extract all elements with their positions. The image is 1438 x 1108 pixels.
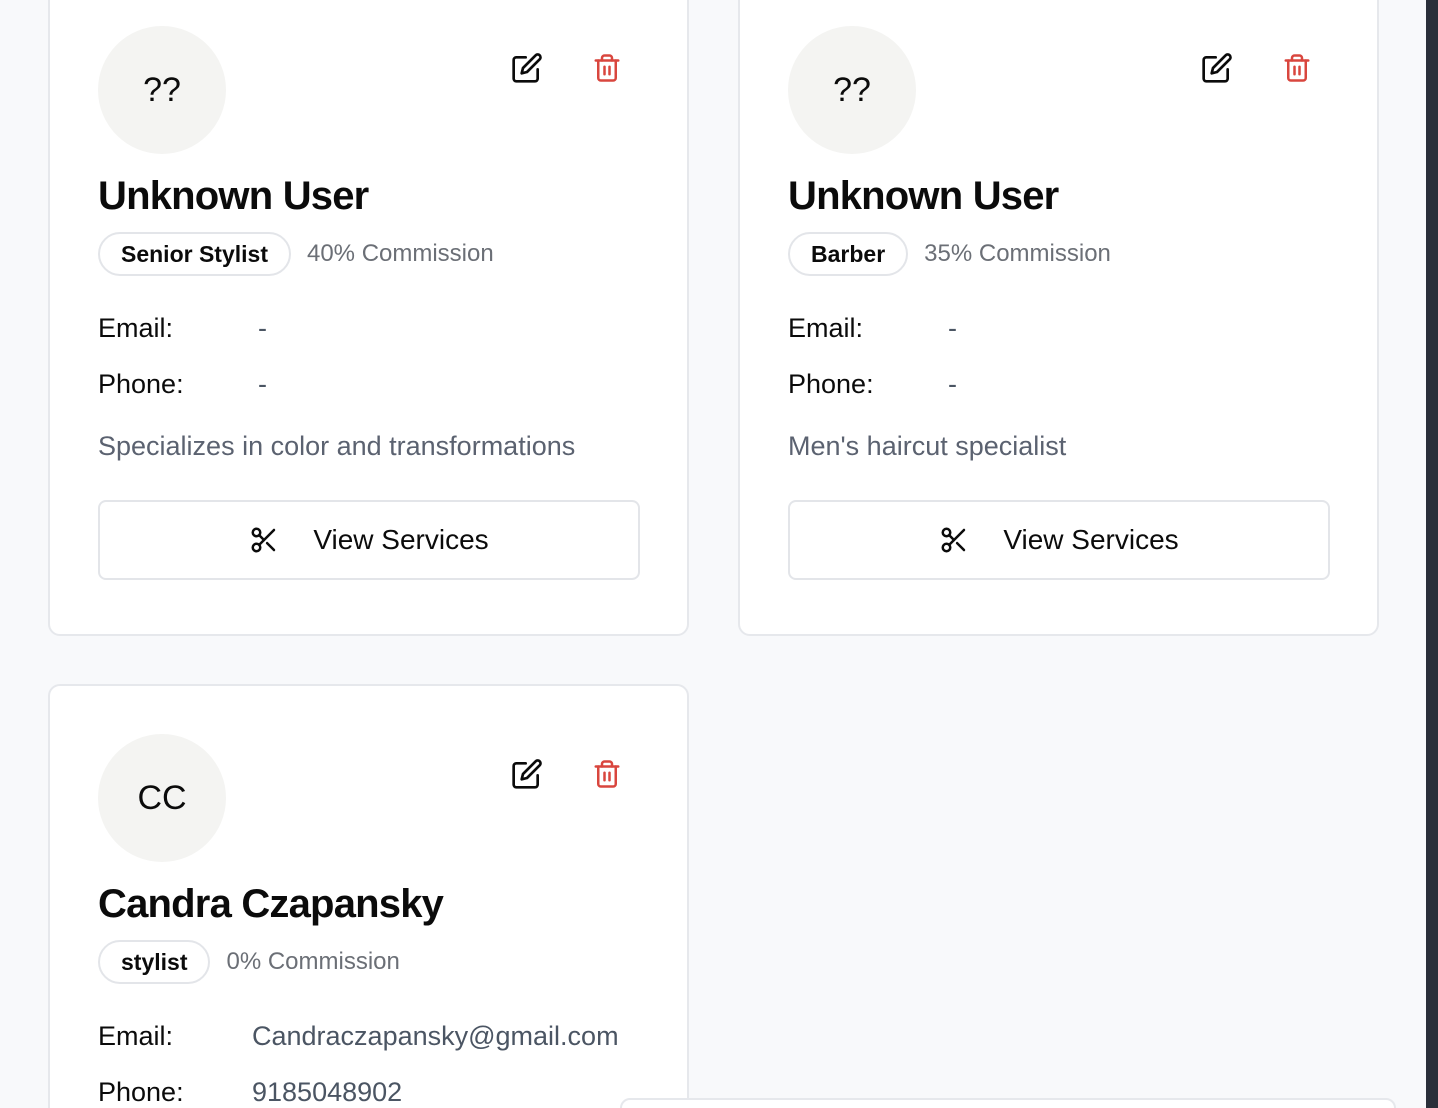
avatar: CC	[98, 734, 226, 862]
email-row: Email: -	[788, 300, 1329, 356]
card-actions	[511, 52, 623, 84]
email-value: Candraczapansky@gmail.com	[252, 1020, 619, 1051]
view-services-button[interactable]: View Services	[98, 500, 640, 580]
phone-row: Phone: 9185048902	[98, 1064, 639, 1108]
card-actions	[511, 758, 623, 790]
staff-name: Candra Czapansky	[98, 882, 444, 926]
staff-card: ?? Unknown User	[738, 0, 1379, 636]
view-services-button[interactable]: View Services	[788, 500, 1330, 580]
staff-card: ?? Unknown User	[48, 0, 689, 636]
staff-meta: Barber 35% Commission	[788, 232, 1329, 276]
edit-button[interactable]	[511, 758, 543, 790]
commission-text: 35% Commission	[924, 240, 1111, 267]
edit-icon	[512, 53, 542, 83]
contact-info: Email: Candraczapansky@gmail.com Phone: …	[98, 1008, 639, 1108]
view-services-label: View Services	[1003, 524, 1179, 555]
phone-label: Phone:	[98, 368, 184, 399]
card-header: CC	[98, 686, 639, 862]
staff-name: Unknown User	[98, 174, 369, 218]
delete-button[interactable]	[1281, 52, 1313, 84]
email-row: Email: Candraczapansky@gmail.com	[98, 1008, 639, 1064]
phone-value: 9185048902	[252, 1076, 403, 1107]
role-badge: Barber	[788, 232, 909, 276]
email-label: Email:	[788, 312, 864, 343]
staff-card: CC Candra Czapansky stylist 0% Commissio…	[48, 684, 689, 1108]
scrollbar[interactable]	[1426, 0, 1438, 1108]
staff-meta: stylist 0% Commission	[98, 940, 639, 984]
scissors-icon	[249, 525, 279, 555]
edit-icon	[512, 759, 542, 789]
staff-description: Specializes in color and transformations	[98, 431, 576, 461]
card-header: ??	[98, 0, 639, 154]
edit-icon	[1202, 53, 1232, 83]
email-label: Email:	[98, 1020, 174, 1051]
edit-button[interactable]	[1201, 52, 1233, 84]
contact-info: Email: - Phone: -	[788, 300, 1329, 412]
commission-text: 0% Commission	[226, 948, 400, 975]
bottom-panel	[620, 1098, 1396, 1108]
contact-info: Email: - Phone: -	[98, 300, 639, 412]
view-services-label: View Services	[313, 524, 489, 555]
phone-row: Phone: -	[788, 356, 1329, 412]
staff-name: Unknown User	[788, 174, 1059, 218]
email-value: -	[258, 312, 267, 343]
phone-value: -	[948, 368, 957, 399]
email-label: Email:	[98, 312, 174, 343]
avatar: ??	[788, 26, 916, 154]
phone-value: -	[258, 368, 267, 399]
card-actions	[1201, 52, 1313, 84]
scissors-icon	[939, 525, 969, 555]
commission-text: 40% Commission	[306, 240, 494, 267]
delete-button[interactable]	[591, 758, 623, 790]
staff-meta: Senior Stylist 40% Commission	[98, 232, 639, 276]
email-row: Email: -	[98, 300, 639, 356]
staff-page: ?? Unknown User Senior Stylist 40% Commi…	[0, 0, 1438, 1108]
phone-label: Phone:	[788, 368, 874, 399]
card-header: ??	[788, 0, 1329, 154]
role-badge: stylist	[98, 940, 211, 984]
staff-description: Men's haircut specialist	[788, 431, 1067, 461]
edit-button[interactable]	[511, 52, 543, 84]
phone-row: Phone: -	[98, 356, 639, 412]
role-badge: Senior Stylist	[98, 232, 291, 276]
trash-icon	[1284, 54, 1310, 82]
trash-icon	[594, 760, 620, 788]
email-value: -	[948, 312, 957, 343]
trash-icon	[594, 54, 620, 82]
delete-button[interactable]	[591, 52, 623, 84]
avatar: ??	[98, 26, 226, 154]
phone-label: Phone:	[98, 1076, 184, 1107]
